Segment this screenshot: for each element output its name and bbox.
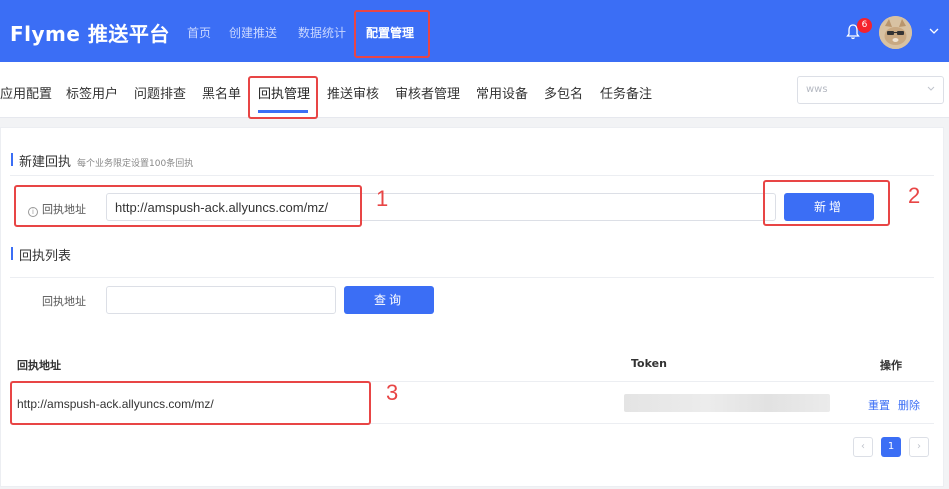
notification-badge: 6	[857, 18, 872, 33]
annotation-label-3: 3	[386, 380, 399, 405]
pagination-next-button[interactable]: ›	[909, 437, 929, 457]
divider	[10, 175, 934, 176]
chevron-down-icon	[927, 86, 935, 91]
column-header-actions: 操作	[880, 359, 902, 372]
query-button[interactable]: 查询	[344, 286, 434, 314]
tab-app-config[interactable]: 应用配置	[0, 83, 52, 102]
tab-tag-users[interactable]: 标签用户	[66, 83, 118, 102]
tab-blacklist[interactable]: 黑名单	[202, 83, 241, 102]
tab-troubleshoot[interactable]: 问题排查	[134, 83, 186, 102]
tab-push-review[interactable]: 推送审核	[327, 83, 379, 102]
tab-reviewer-management[interactable]: 审核者管理	[395, 83, 460, 102]
platform-logo[interactable]: Flyme 推送平台	[10, 18, 170, 47]
filter-url-input[interactable]	[106, 286, 336, 314]
app-selector-value: wws	[806, 84, 828, 95]
column-header-token: Token	[631, 357, 667, 370]
nav-statistics[interactable]: 数据统计	[298, 24, 346, 41]
receipt-list-title: 回执列表	[11, 245, 71, 264]
pagination-prev-button[interactable]: ‹	[853, 437, 873, 457]
nav-home[interactable]: 首页	[187, 24, 211, 41]
annotation-box-url-field	[14, 185, 362, 227]
filter-url-label: 回执地址	[42, 295, 86, 308]
tab-task-notes[interactable]: 任务备注	[600, 83, 652, 102]
annotation-label-1: 1	[376, 186, 389, 211]
user-avatar[interactable]	[879, 16, 912, 49]
annotation-box-add-button	[763, 180, 890, 226]
annotation-box-receipt-tab	[248, 76, 318, 119]
reset-link[interactable]: 重置	[868, 397, 890, 413]
pagination-current-page[interactable]: 1	[881, 437, 901, 457]
tab-common-devices[interactable]: 常用设备	[476, 83, 528, 102]
delete-link[interactable]: 删除	[898, 397, 920, 413]
app-selector[interactable]: wws	[797, 76, 944, 104]
sub-navigation: 应用配置 标签用户 问题排查 黑名单 回执管理 推送审核 审核者管理 常用设备 …	[0, 62, 949, 118]
chevron-down-icon[interactable]	[929, 28, 939, 34]
new-receipt-title-text: 新建回执	[19, 155, 72, 170]
annotation-box-config-nav	[354, 10, 430, 58]
annotation-box-row-url	[10, 381, 371, 425]
token-value-blurred	[624, 394, 830, 412]
new-receipt-title: 新建回执 每个业务限定设置100条回执	[11, 151, 193, 170]
top-header: Flyme 推送平台 首页 创建推送 数据统计 配置管理 6	[0, 0, 949, 62]
tab-multi-package[interactable]: 多包名	[544, 83, 583, 102]
annotation-label-2: 2	[908, 183, 921, 208]
receipt-limit-note: 每个业务限定设置100条回执	[77, 159, 194, 169]
nav-create-push[interactable]: 创建推送	[229, 24, 277, 41]
divider	[10, 277, 934, 278]
column-header-url: 回执地址	[17, 359, 61, 372]
